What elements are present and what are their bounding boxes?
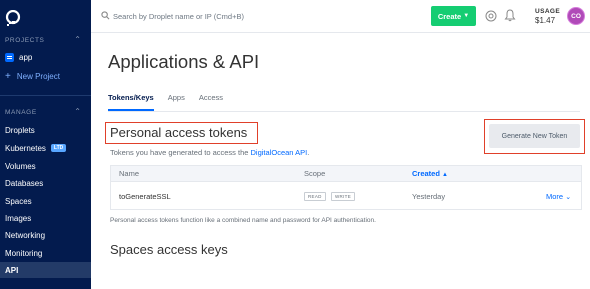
usage-widget[interactable]: USAGE $1.47	[535, 8, 560, 25]
manage-collapse-icon[interactable]: ⌃	[74, 107, 81, 116]
table-header: Name Scope Created ▲	[110, 165, 582, 182]
digitalocean-api-link[interactable]: DigitalOcean API	[251, 148, 308, 157]
tab-access[interactable]: Access	[199, 93, 223, 111]
token-created: Yesterday	[412, 192, 446, 201]
sidebar-item-spaces[interactable]: Spaces	[0, 193, 91, 209]
nav-label: Databases	[5, 178, 44, 188]
nav-label: Monitoring	[5, 248, 43, 258]
bell-icon[interactable]	[504, 9, 516, 22]
ltd-badge: LTD	[50, 144, 67, 152]
create-button[interactable]: Create ▼	[431, 6, 476, 26]
tokens-table: Name Scope Created ▲ toGenerateSSL READ …	[110, 165, 582, 210]
nav-label: API	[5, 265, 19, 275]
sidebar-item-networking[interactable]: Networking	[0, 227, 91, 243]
sidebar-item-droplets[interactable]: Droplets	[0, 122, 91, 138]
project-icon	[5, 53, 14, 62]
nav-label: Volumes	[5, 161, 36, 171]
subtitle-prefix: Tokens you have generated to access the	[110, 148, 251, 157]
sidebar-item-databases[interactable]: Databases	[0, 175, 91, 191]
new-project-label: New Project	[16, 72, 60, 81]
tokens-title-highlight	[105, 122, 258, 144]
project-name: app	[19, 53, 33, 62]
new-project-link[interactable]: + New Project	[5, 70, 60, 82]
more-dropdown[interactable]: More ⌄	[546, 192, 571, 201]
scope-read-badge: READ	[304, 192, 326, 201]
token-name: toGenerateSSL	[119, 192, 171, 201]
search-icon	[101, 11, 110, 20]
spaces-title: Spaces access keys	[110, 242, 228, 257]
generate-new-token-button[interactable]: Generate New Token	[489, 124, 580, 148]
column-name: Name	[119, 169, 140, 178]
tabs-divider	[108, 111, 580, 112]
tab-tokens-keys[interactable]: Tokens/Keys	[108, 93, 154, 111]
nav-label: Images	[5, 213, 32, 223]
nav-label: Spaces	[5, 196, 32, 206]
tabs: Tokens/Keys Apps Access	[108, 93, 237, 111]
column-created[interactable]: Created ▲	[412, 169, 448, 178]
sidebar-item-api[interactable]: API	[0, 262, 91, 278]
tokens-subtitle: Tokens you have generated to access the …	[110, 148, 309, 157]
tab-apps[interactable]: Apps	[168, 93, 185, 111]
usage-label: USAGE	[535, 8, 561, 15]
sidebar: PROJECTS ⌃ app + New Project MANAGE ⌃ Dr…	[0, 0, 91, 289]
sidebar-divider	[0, 95, 91, 96]
manage-label: MANAGE	[5, 109, 37, 116]
help-icon[interactable]	[485, 10, 497, 22]
chevron-down-icon: ⌄	[565, 194, 572, 201]
page-title: Applications & API	[108, 51, 260, 72]
sort-ascending-icon: ▲	[442, 172, 448, 178]
projects-collapse-icon[interactable]: ⌃	[74, 35, 81, 44]
avatar[interactable]: CO	[567, 7, 585, 25]
projects-label: PROJECTS	[5, 37, 45, 44]
scope-write-badge: WRITE	[331, 192, 355, 201]
created-label: Created	[412, 169, 440, 178]
column-scope: Scope	[304, 169, 326, 178]
sidebar-item-images[interactable]: Images	[0, 210, 91, 226]
top-bar: Create ▼ USAGE $1.47 CO	[91, 0, 590, 33]
chevron-down-icon: ▼	[463, 13, 470, 19]
usage-value: $1.47	[535, 16, 556, 25]
sidebar-item-volumes[interactable]: Volumes	[0, 158, 91, 174]
search-input[interactable]	[113, 9, 293, 23]
plus-icon: +	[5, 70, 11, 82]
more-label: More	[546, 192, 564, 201]
tokens-note: Personal access tokens function like a c…	[110, 217, 376, 224]
sidebar-item-kubernetes[interactable]: Kubernetes LTD	[0, 140, 91, 156]
nav-label: Kubernetes	[5, 143, 46, 153]
digitalocean-logo-icon[interactable]	[5, 10, 21, 26]
nav-label: Networking	[5, 230, 46, 240]
table-row: toGenerateSSL READ WRITE Yesterday More …	[110, 182, 582, 210]
sidebar-item-project-app[interactable]: app	[5, 53, 32, 62]
nav-label: Droplets	[5, 125, 35, 135]
create-label: Create	[437, 11, 462, 21]
subtitle-suffix: .	[307, 148, 310, 157]
sidebar-item-monitoring[interactable]: Monitoring	[0, 245, 91, 261]
